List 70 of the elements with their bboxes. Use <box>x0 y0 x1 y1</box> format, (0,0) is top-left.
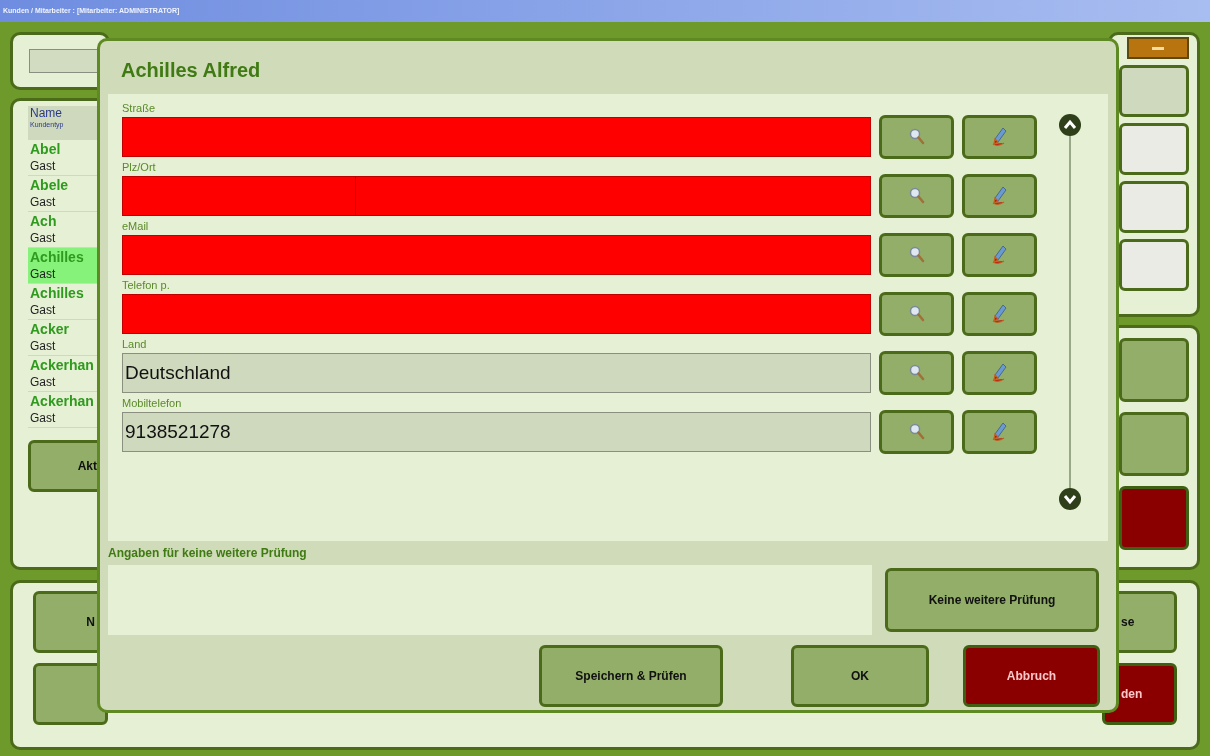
search-button[interactable] <box>879 174 954 218</box>
input-field[interactable] <box>122 117 871 157</box>
search-button[interactable] <box>879 410 954 454</box>
customer-name: Ackerhan <box>30 356 95 374</box>
dialog-title: Achilles Alfred <box>121 57 261 83</box>
search-icon <box>908 246 925 264</box>
search-button[interactable] <box>879 115 954 159</box>
input-field[interactable] <box>122 235 871 275</box>
customer-name: Abele <box>30 176 70 194</box>
action-button[interactable] <box>1119 486 1189 550</box>
customer-name: Ach <box>30 212 58 230</box>
customer-name: Abel <box>30 140 62 158</box>
pencil-icon <box>991 186 1008 206</box>
pencil-icon <box>991 245 1008 265</box>
search-icon <box>908 305 925 323</box>
edit-button[interactable] <box>962 115 1037 159</box>
edit-button[interactable] <box>962 292 1037 336</box>
option-button[interactable] <box>1119 65 1189 117</box>
skip-check-button[interactable]: Keine weitere Prüfung <box>885 568 1099 632</box>
customer-type: Gast <box>30 410 57 426</box>
customer-type: Gast <box>30 302 57 318</box>
search-button[interactable] <box>879 233 954 277</box>
search-icon <box>908 364 925 382</box>
customer-type: Gast <box>30 374 57 390</box>
edit-button[interactable] <box>962 174 1037 218</box>
dialog-button[interactable]: OK <box>791 645 929 707</box>
action-button[interactable] <box>1119 338 1189 402</box>
customer-type: Gast <box>30 266 57 282</box>
input-field[interactable]: Deutschland <box>122 353 871 393</box>
customer-type: Gast <box>30 194 57 210</box>
pencil-icon <box>991 363 1008 383</box>
input-field[interactable] <box>122 294 871 334</box>
customer-type: Gast <box>30 338 57 354</box>
edit-button[interactable] <box>962 351 1037 395</box>
pencil-icon <box>991 304 1008 324</box>
note-label: Angaben für keine weitere Prüfung <box>108 545 307 562</box>
search-button[interactable] <box>879 351 954 395</box>
customer-name: Ackerhan <box>30 392 95 410</box>
customer-name: Acker <box>30 320 70 338</box>
dialog-button[interactable]: Abbruch <box>963 645 1100 707</box>
minus-icon <box>1152 46 1164 50</box>
customer-type: Gast <box>30 230 57 246</box>
customer-name: Achilles <box>30 284 85 302</box>
column-header: Name <box>30 106 63 120</box>
pencil-icon <box>991 422 1008 442</box>
edit-button[interactable] <box>962 233 1037 277</box>
action-button[interactable] <box>1119 412 1189 476</box>
search-icon <box>908 187 925 205</box>
option-button[interactable] <box>1119 181 1189 233</box>
field-label: Plz/Ort <box>122 160 157 175</box>
postal-code-field[interactable] <box>122 176 356 216</box>
option-button[interactable] <box>1119 123 1189 175</box>
option-button[interactable] <box>1119 239 1189 291</box>
field-label: Straße <box>122 101 156 116</box>
minimize-button[interactable] <box>1127 37 1189 59</box>
customer-name: Achilles <box>30 248 85 266</box>
edit-button[interactable] <box>962 410 1037 454</box>
search-icon <box>908 128 925 146</box>
search-icon <box>908 423 925 441</box>
note-field[interactable] <box>108 565 872 635</box>
field-label: Mobiltelefon <box>122 396 183 411</box>
field-label: eMail <box>122 219 150 234</box>
field-label: Land <box>122 337 148 352</box>
dialog-button[interactable]: Speichern & Prüfen <box>539 645 723 707</box>
pencil-icon <box>991 127 1008 147</box>
city-field[interactable] <box>356 176 871 216</box>
customer-type: Gast <box>30 158 57 174</box>
field-label: Telefon p. <box>122 278 171 293</box>
search-button[interactable] <box>879 292 954 336</box>
input-field[interactable]: 9138521278 <box>122 412 871 452</box>
